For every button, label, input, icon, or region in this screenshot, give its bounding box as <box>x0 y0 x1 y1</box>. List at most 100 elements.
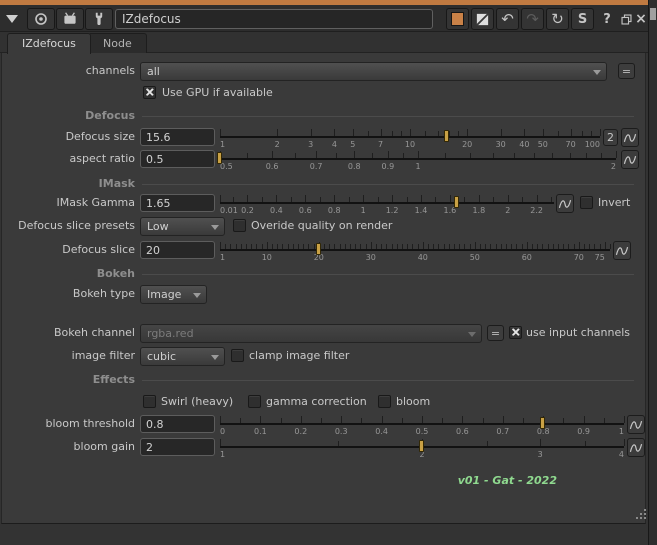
imask-gamma-curve-button[interactable] <box>556 194 574 213</box>
slider-tick <box>293 244 294 249</box>
swirl-checkbox[interactable] <box>143 395 156 408</box>
bokeh-type-value: Image <box>147 288 181 301</box>
undo-button[interactable]: ↶ <box>496 8 519 30</box>
slider-tick <box>600 129 601 136</box>
slider-tick <box>508 195 509 202</box>
slider-tick <box>397 244 398 249</box>
node-color-swatch-button[interactable] <box>446 8 469 30</box>
tab-node[interactable]: Node <box>88 33 147 53</box>
curve-icon <box>623 154 637 166</box>
bloom-threshold-slider[interactable]: 00.10.20.30.40.50.60.70.80.91 <box>220 415 624 435</box>
slider-tick-label: 60 <box>522 253 532 262</box>
aspect-ratio-slider[interactable]: 0.50.60.70.80.912 <box>220 150 616 170</box>
slider-tick <box>501 244 502 249</box>
float-panel-button[interactable] <box>617 8 635 30</box>
aspect-ratio-curve-button[interactable] <box>621 150 639 169</box>
slider-tick <box>412 244 413 249</box>
slider-tick <box>308 244 309 249</box>
defocus-size-input[interactable] <box>140 128 215 146</box>
gl-color-toggle-button[interactable] <box>471 8 494 30</box>
clamp-image-filter-checkbox[interactable] <box>231 349 244 362</box>
imask-gamma-input[interactable] <box>140 194 215 212</box>
override-quality-checkbox[interactable] <box>233 219 246 232</box>
node-name-input[interactable] <box>115 9 433 29</box>
collapse-panel-icon[interactable] <box>6 15 18 23</box>
slice-presets-dropdown[interactable]: Low <box>140 217 225 236</box>
slider-tick <box>298 244 299 249</box>
slider-tick <box>449 244 450 249</box>
defocus-size-curve-button[interactable] <box>621 128 639 147</box>
slider-tick-label: 3 <box>308 140 313 149</box>
use-gpu-checkbox[interactable]: × <box>143 86 156 99</box>
channels-dropdown[interactable]: all <box>140 62 607 81</box>
image-filter-dropdown[interactable]: cubic <box>140 347 225 366</box>
slider-tick-label: 10 <box>262 253 272 262</box>
defocus-slice-input[interactable] <box>140 241 215 259</box>
chevron-down-icon <box>211 225 219 230</box>
slider-handle[interactable] <box>316 243 321 255</box>
defocus-slice-slider[interactable]: 11020304050607075 <box>220 241 610 261</box>
help-icon: ? <box>603 12 611 27</box>
slider-tick <box>490 244 491 249</box>
parameters-panel: channels all = × Use GPU if available De… <box>1 53 646 524</box>
bokeh-channel-link-button[interactable]: = <box>487 325 504 341</box>
bloom-label: bloom <box>396 395 430 408</box>
bokeh-channel-dropdown[interactable]: rgba.red <box>140 324 482 343</box>
bloom-threshold-input[interactable] <box>140 415 215 433</box>
slider-tick-label: 30 <box>496 140 506 149</box>
settings-wrench-button[interactable] <box>85 8 113 30</box>
close-panel-button[interactable]: × <box>634 8 648 30</box>
slider-tick <box>600 244 601 249</box>
defocus-size-multiplier-button[interactable]: 2 <box>603 129 618 146</box>
slider-handle[interactable] <box>454 196 459 208</box>
bokeh-type-dropdown[interactable]: Image <box>140 285 207 304</box>
pane-splitter-handle[interactable] <box>650 8 656 20</box>
slider-tick-label: 40 <box>418 253 428 262</box>
slider-tick <box>401 131 402 136</box>
gamma-correction-checkbox[interactable] <box>248 395 261 408</box>
bloom-gain-curve-button[interactable] <box>627 438 645 457</box>
slider-tick <box>483 418 484 423</box>
script-editor-button[interactable]: S <box>571 8 594 30</box>
slider-handle[interactable] <box>419 440 424 452</box>
panel-resize-grip[interactable] <box>636 509 648 521</box>
invert-checkbox[interactable] <box>580 196 593 209</box>
channels-link-button[interactable]: = <box>618 63 635 79</box>
slider-tick <box>462 416 463 423</box>
defocus-slice-label: Defocus slice <box>2 243 135 256</box>
bloom-threshold-curve-button[interactable] <box>627 415 645 434</box>
slider-tick <box>341 416 342 423</box>
defocus-slice-curve-button[interactable] <box>613 241 631 260</box>
bloom-gain-input[interactable] <box>140 438 215 456</box>
slider-tick <box>570 153 571 158</box>
revert-button[interactable]: ↻ <box>546 8 569 30</box>
float-window-icon <box>620 13 633 26</box>
channels-value: all <box>147 65 160 78</box>
slider-tick <box>485 244 486 249</box>
slider-tick-label: 0.2 <box>294 427 307 436</box>
center-node-button[interactable] <box>27 8 55 30</box>
bloom-gain-slider[interactable]: 1234 <box>220 438 624 458</box>
defocus-size-slider[interactable]: 123457102030405070100 <box>220 128 600 148</box>
slider-handle[interactable] <box>217 152 222 164</box>
aspect-ratio-input[interactable] <box>140 150 215 168</box>
slider-tick <box>336 153 337 158</box>
help-button[interactable]: ? <box>598 8 616 30</box>
node-color-swatch <box>451 12 464 26</box>
slider-tick <box>277 129 278 136</box>
slider-tick <box>480 244 481 249</box>
imask-gamma-slider[interactable]: 0.010.20.40.60.811.21.41.61.822.2 <box>220 194 554 214</box>
slider-tick <box>458 131 459 136</box>
bloom-checkbox[interactable] <box>378 395 391 408</box>
slider-handle[interactable] <box>540 417 545 429</box>
monitor-output-button[interactable] <box>56 8 84 30</box>
slider-handle[interactable] <box>444 130 449 142</box>
slider-tick <box>428 244 429 249</box>
slider-tick <box>558 131 559 136</box>
slider-tick-label: 3 <box>538 450 543 459</box>
redo-button[interactable]: ↷ <box>521 8 544 30</box>
tab-izdefocus[interactable]: IZdefocus <box>7 33 91 54</box>
slider-tick-label: 0.8 <box>348 162 361 171</box>
slider-tick <box>376 244 377 249</box>
use-input-channels-checkbox[interactable]: × <box>509 326 522 339</box>
